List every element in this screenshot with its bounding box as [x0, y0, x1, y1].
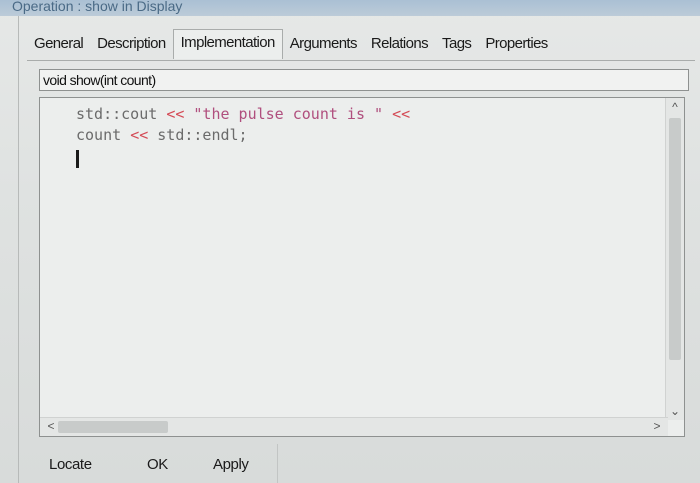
- dialog-body: General Description Implementation Argum…: [18, 16, 700, 483]
- code-operator: <<: [392, 105, 411, 123]
- code-line-2: count << std::endl;: [76, 126, 248, 144]
- code-token: std::cout: [76, 105, 167, 123]
- tab-relations[interactable]: Relations: [364, 31, 435, 58]
- code-string: "the pulse count is ": [184, 105, 393, 123]
- scroll-up-arrow-icon[interactable]: ^: [666, 100, 684, 114]
- code-token: count: [76, 126, 131, 144]
- tab-properties[interactable]: Properties: [478, 31, 554, 58]
- window-title-bar[interactable]: Operation : show in Display: [0, 0, 700, 16]
- tab-tags[interactable]: Tags: [435, 31, 478, 58]
- operation-dialog-window: Operation : show in Display General Desc…: [0, 0, 700, 483]
- button-divider: [277, 444, 278, 483]
- scroll-down-arrow-icon[interactable]: ⌄: [666, 404, 684, 418]
- horizontal-scrollbar[interactable]: < >: [40, 417, 668, 436]
- operation-signature-field[interactable]: void show(int count): [39, 69, 689, 91]
- tab-bar: General Description Implementation Argum…: [27, 24, 555, 59]
- vertical-scroll-thumb[interactable]: [669, 118, 681, 360]
- code-line-1: std::cout << "the pulse count is " <<: [76, 105, 410, 123]
- horizontal-scroll-thumb[interactable]: [58, 421, 168, 433]
- implementation-panel: void show(int count) std::cout << "the p…: [27, 60, 695, 461]
- vertical-scrollbar[interactable]: ^ ⌄: [665, 98, 684, 420]
- scroll-right-arrow-icon[interactable]: >: [648, 419, 666, 433]
- window-title: Operation : show in Display: [12, 0, 183, 14]
- code-editor[interactable]: std::cout << "the pulse count is " << co…: [39, 97, 685, 437]
- tab-general[interactable]: General: [27, 31, 90, 58]
- text-caret: [76, 150, 79, 168]
- code-operator: <<: [130, 126, 149, 144]
- locate-button[interactable]: Locate: [49, 456, 92, 473]
- code-text[interactable]: std::cout << "the pulse count is " << co…: [76, 104, 410, 146]
- code-operator: <<: [166, 105, 185, 123]
- tab-implementation[interactable]: Implementation: [172, 29, 283, 59]
- code-token: std::endl;: [148, 126, 248, 144]
- tab-description[interactable]: Description: [90, 31, 172, 58]
- apply-button[interactable]: Apply: [213, 456, 249, 473]
- tab-arguments[interactable]: Arguments: [283, 31, 364, 58]
- ok-button[interactable]: OK: [147, 456, 168, 473]
